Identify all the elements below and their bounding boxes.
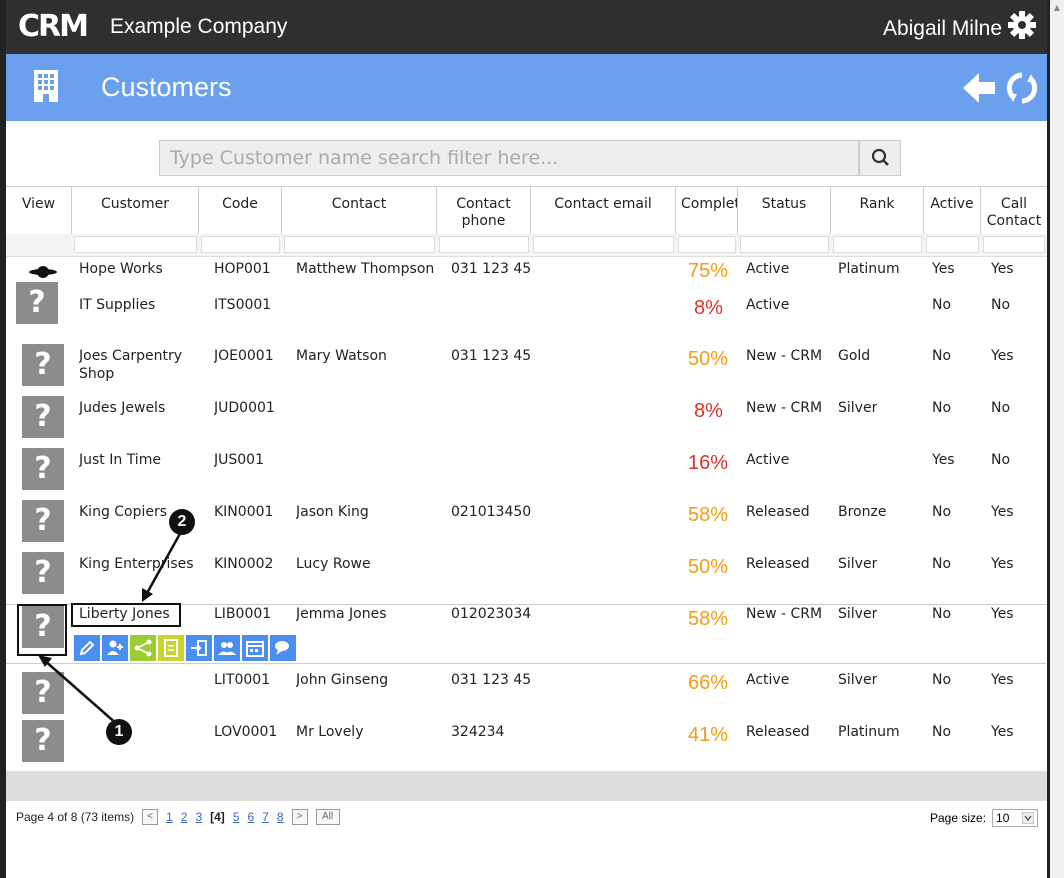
annotation-arrows xyxy=(38,529,184,726)
scroll-up-icon[interactable]: ▲ xyxy=(1051,2,1063,14)
callout-1: 1 xyxy=(106,719,132,745)
scrollbar[interactable] xyxy=(1050,0,1064,878)
callout-2: 2 xyxy=(169,509,195,535)
